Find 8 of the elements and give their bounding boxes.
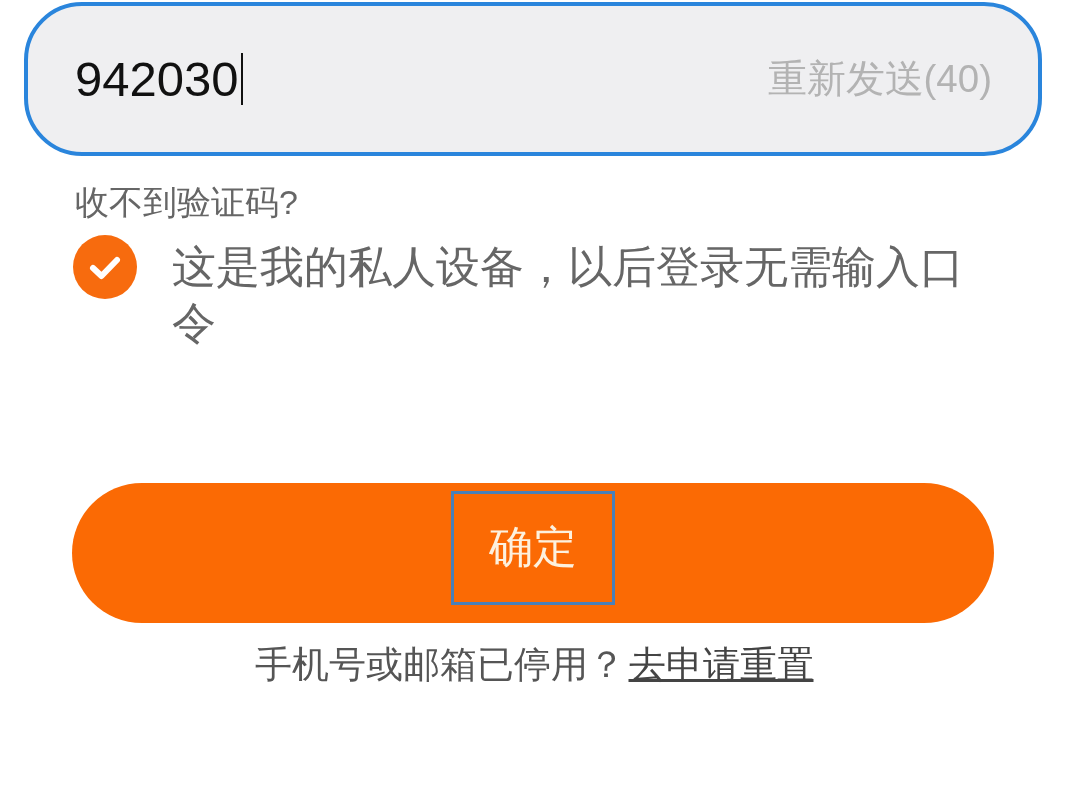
reset-link[interactable]: 去申请重置 — [628, 642, 814, 688]
text-cursor-icon — [240, 53, 243, 105]
checkbox[interactable] — [73, 234, 137, 299]
checkbox-label: 这是我的私人设备，以后登录无需输入口令 — [172, 241, 965, 349]
help-link[interactable]: 收不到验证码? — [75, 182, 298, 223]
footer-text: 手机号或邮箱已停用？ — [254, 642, 625, 687]
input-value: 942030 — [75, 54, 239, 104]
code-input-field[interactable]: 942030 重新发送(40) — [24, 2, 1042, 156]
